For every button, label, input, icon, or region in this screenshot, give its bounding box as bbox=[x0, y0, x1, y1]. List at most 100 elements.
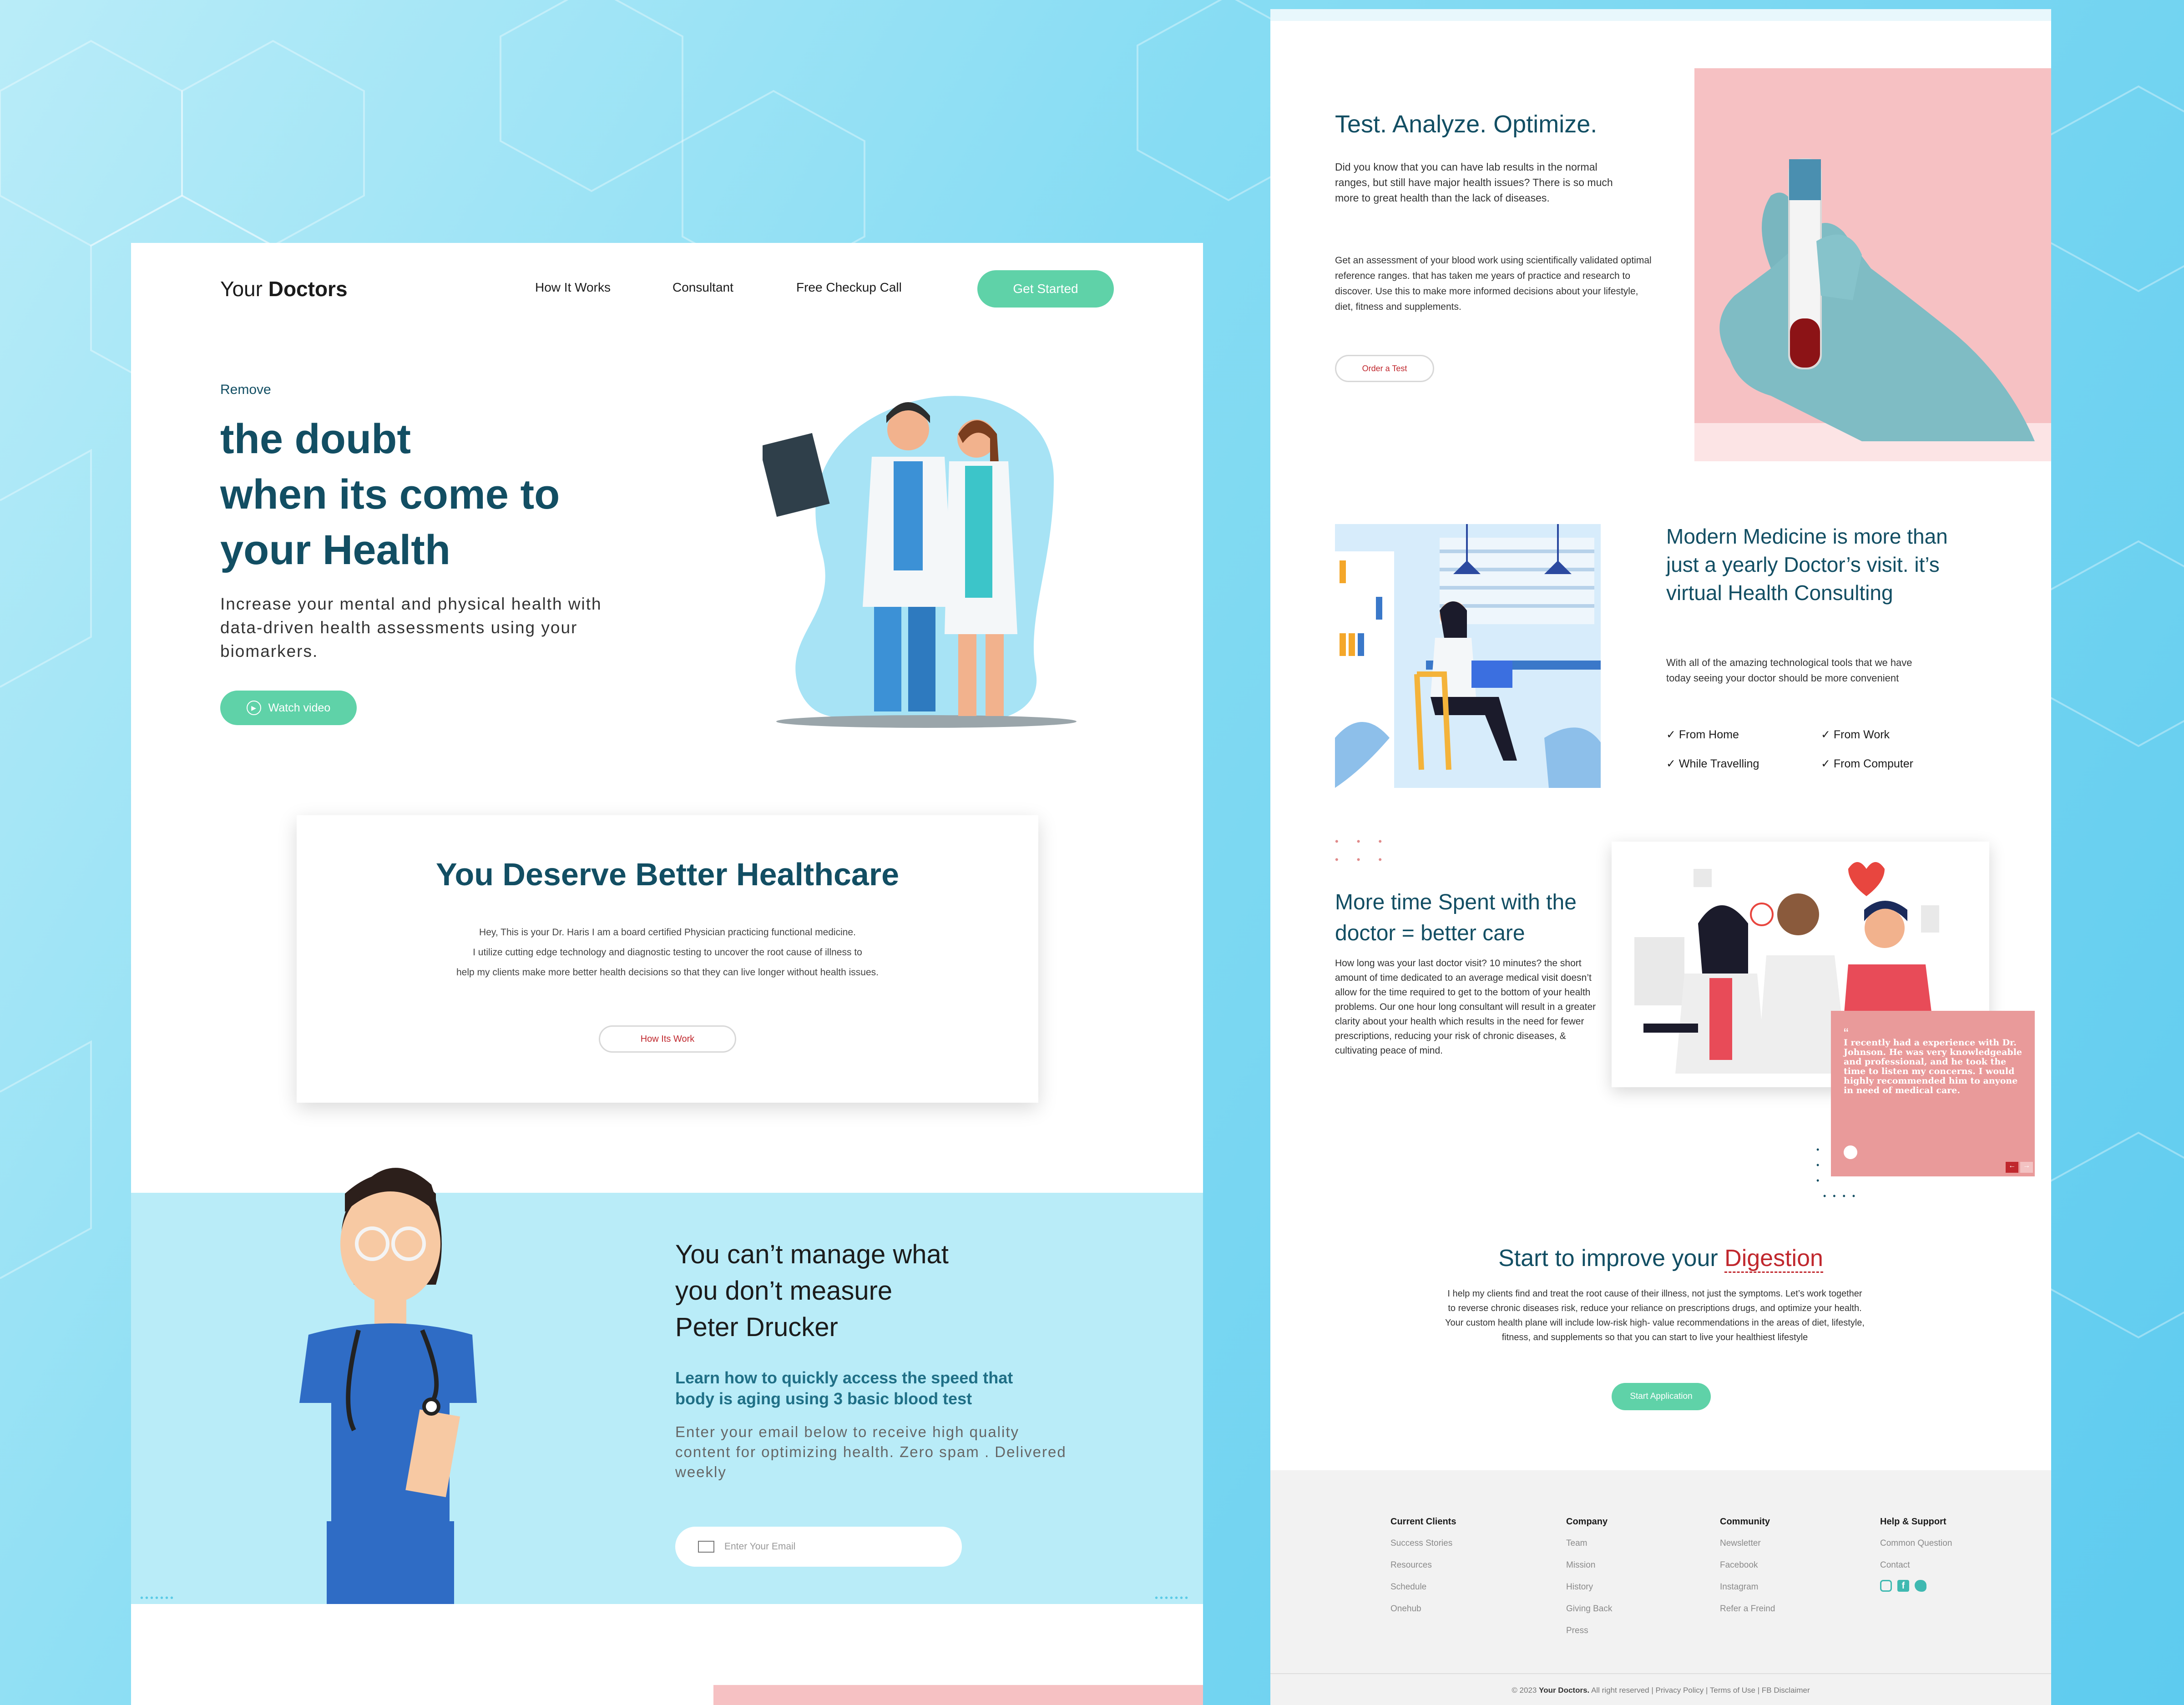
prev-arrow-icon[interactable]: ← bbox=[2006, 1162, 2018, 1173]
check-from-work: ✓ From Work bbox=[1821, 728, 1890, 742]
test-paragraph-2: Get an assessment of your blood work usi… bbox=[1335, 255, 1652, 312]
footer-link[interactable]: Newsletter bbox=[1720, 1533, 1775, 1554]
footer-divider bbox=[1270, 1673, 2051, 1674]
check-label: From Work bbox=[1833, 728, 1890, 741]
quote-icon: “ bbox=[1844, 1025, 1849, 1042]
dots-decoration: ••••••• bbox=[140, 1593, 176, 1603]
nav-consultant[interactable]: Consultant bbox=[672, 280, 733, 295]
check-while-travelling: ✓ While Travelling bbox=[1666, 757, 1759, 771]
measure-title-line: You can’t manage what bbox=[675, 1240, 949, 1269]
hero-title-line: when its come to bbox=[220, 471, 560, 518]
footer-link[interactable]: Press bbox=[1566, 1620, 1612, 1642]
facebook-icon[interactable]: f bbox=[1897, 1580, 1909, 1592]
footer: Current Clients Success Stories Resource… bbox=[1270, 1470, 2051, 1705]
email-placeholder: Enter Your Email bbox=[724, 1541, 796, 1552]
copyright-bar: © 2023 Your Doctors. All right reserved … bbox=[1512, 1686, 1810, 1695]
dots-decoration: ••• ••• bbox=[1335, 836, 1400, 865]
footer-link[interactable]: Mission bbox=[1566, 1554, 1612, 1576]
mail-icon bbox=[698, 1541, 714, 1553]
footer-link[interactable]: History bbox=[1566, 1576, 1612, 1598]
footer-column-help: Help & Support Common Question Contact f bbox=[1880, 1517, 1952, 1592]
footer-heading: Current Clients bbox=[1390, 1517, 1456, 1527]
hero-title-line: the doubt bbox=[220, 416, 411, 462]
modern-title: Modern Medicine is more than just a year… bbox=[1666, 525, 1948, 605]
next-arrow-icon[interactable]: → bbox=[2020, 1162, 2033, 1173]
right-page-panel: Test. Analyze. Optimize. Did you know th… bbox=[1270, 9, 2051, 1705]
pink-block-decoration bbox=[713, 1685, 1203, 1705]
better-healthcare-body: Hey, This is your Dr. Haris I am a board… bbox=[297, 923, 1038, 983]
better-body-line: I utilize cutting edge technology and di… bbox=[473, 947, 862, 958]
privacy-policy-link[interactable]: Privacy Policy bbox=[1656, 1686, 1704, 1695]
digestion-body: I help my clients find and treat the roo… bbox=[1445, 1289, 1865, 1342]
time-body: How long was your last doctor visit? 10 … bbox=[1335, 958, 1596, 1056]
footer-link[interactable]: Resources bbox=[1390, 1554, 1456, 1576]
digestion-title: Start to improve your Digestion bbox=[1270, 1245, 2051, 1273]
hero-title-line: your Health bbox=[220, 527, 451, 573]
footer-column-current-clients: Current Clients Success Stories Resource… bbox=[1390, 1517, 1456, 1620]
fb-disclaimer-link[interactable]: FB Disclaimer bbox=[1762, 1686, 1810, 1695]
nav-free-checkup-call[interactable]: Free Checkup Call bbox=[796, 280, 902, 295]
check-label: From Home bbox=[1678, 728, 1739, 741]
instagram-icon[interactable] bbox=[1880, 1580, 1892, 1592]
twitter-icon[interactable] bbox=[1915, 1580, 1926, 1592]
watch-video-label: Watch video bbox=[268, 701, 331, 714]
doctors-illustration bbox=[763, 396, 1077, 728]
start-application-button[interactable]: Start Application bbox=[1612, 1383, 1711, 1410]
email-field[interactable]: Enter Your Email bbox=[675, 1527, 962, 1567]
nav-how-it-works[interactable]: How It Works bbox=[535, 280, 611, 295]
footer-link[interactable]: Common Question bbox=[1880, 1533, 1952, 1554]
check-label: While Travelling bbox=[1678, 757, 1759, 770]
brand-light-text: Your bbox=[220, 277, 263, 301]
brand-bold-text: Doctors bbox=[268, 277, 348, 301]
check-icon: ✓ bbox=[1821, 757, 1830, 770]
footer-link[interactable]: Contact bbox=[1880, 1554, 1952, 1576]
check-icon: ✓ bbox=[1666, 757, 1676, 770]
get-started-button[interactable]: Get Started bbox=[977, 270, 1114, 308]
measure-title: You can’t manage what you don’t measure … bbox=[675, 1236, 949, 1346]
footer-link[interactable]: Team bbox=[1566, 1533, 1612, 1554]
test-paragraph-1: Did you know that you can have lab resul… bbox=[1335, 161, 1613, 204]
testimonial-card: “ I recently had a experience with Dr. J… bbox=[1831, 1011, 2035, 1176]
check-from-home: ✓ From Home bbox=[1666, 728, 1739, 742]
check-icon: ✓ bbox=[1821, 728, 1830, 741]
hero-title: the doubt when its come to your Health bbox=[220, 411, 560, 578]
footer-heading: Company bbox=[1566, 1517, 1608, 1527]
terms-link[interactable]: Terms of Use bbox=[1710, 1686, 1755, 1695]
check-icon: ✓ bbox=[1666, 728, 1676, 741]
dots-decoration: ••••••• bbox=[1155, 1593, 1190, 1603]
top-strip bbox=[1270, 9, 2051, 21]
check-from-computer: ✓ From Computer bbox=[1821, 757, 1913, 771]
order-test-button[interactable]: Order a Test bbox=[1335, 355, 1434, 382]
footer-column-community: Community Newsletter Facebook Instagram … bbox=[1720, 1517, 1775, 1620]
dots-decoration: • • • • • • • bbox=[1816, 1145, 1855, 1201]
check-label: From Computer bbox=[1833, 757, 1913, 770]
footer-link[interactable]: Refer a Freind bbox=[1720, 1598, 1775, 1620]
watch-video-button[interactable]: ▶ Watch video bbox=[220, 691, 357, 725]
testimonial-text: I recently had a experience with Dr. Joh… bbox=[1844, 1038, 2022, 1095]
footer-link[interactable]: Schedule bbox=[1390, 1576, 1456, 1598]
measure-body: Enter your email below to receive high q… bbox=[675, 1423, 1067, 1480]
footer-link[interactable]: Facebook bbox=[1720, 1554, 1775, 1576]
better-body-line: help my clients make more better health … bbox=[456, 967, 879, 978]
copyright-rest: All right reserved bbox=[1591, 1686, 1649, 1695]
hero-subtitle: Increase your mental and physical health… bbox=[220, 595, 602, 661]
better-body-line: Hey, This is your Dr. Haris I am a board… bbox=[479, 927, 856, 938]
virtual-consult-illustration bbox=[1335, 524, 1601, 788]
copyright-brand: Your Doctors. bbox=[1539, 1686, 1590, 1695]
footer-link[interactable]: Onehub bbox=[1390, 1598, 1456, 1620]
time-title: More time Spent with the doctor = better… bbox=[1335, 890, 1577, 945]
copyright-prefix: © 2023 bbox=[1512, 1686, 1537, 1695]
measure-highlight: Learn how to quickly access the speed th… bbox=[675, 1368, 1013, 1408]
footer-link[interactable]: Instagram bbox=[1720, 1576, 1775, 1598]
how-its-work-button[interactable]: How Its Work bbox=[599, 1025, 736, 1053]
brand-logo[interactable]: Your Doctors bbox=[220, 277, 348, 301]
footer-link[interactable]: Giving Back bbox=[1566, 1598, 1612, 1620]
modern-body: With all of the amazing technological to… bbox=[1666, 657, 1912, 684]
digestion-title-prefix: Start to improve your bbox=[1498, 1245, 1718, 1271]
footer-link[interactable]: Success Stories bbox=[1390, 1533, 1456, 1554]
gloved-hand-illustration bbox=[1719, 158, 2035, 441]
play-icon: ▶ bbox=[246, 701, 261, 715]
left-page-panel: Your Doctors How It Works Consultant Fre… bbox=[131, 243, 1203, 1705]
test-title: Test. Analyze. Optimize. bbox=[1335, 111, 1598, 138]
measure-title-line: you don’t measure bbox=[675, 1276, 893, 1306]
